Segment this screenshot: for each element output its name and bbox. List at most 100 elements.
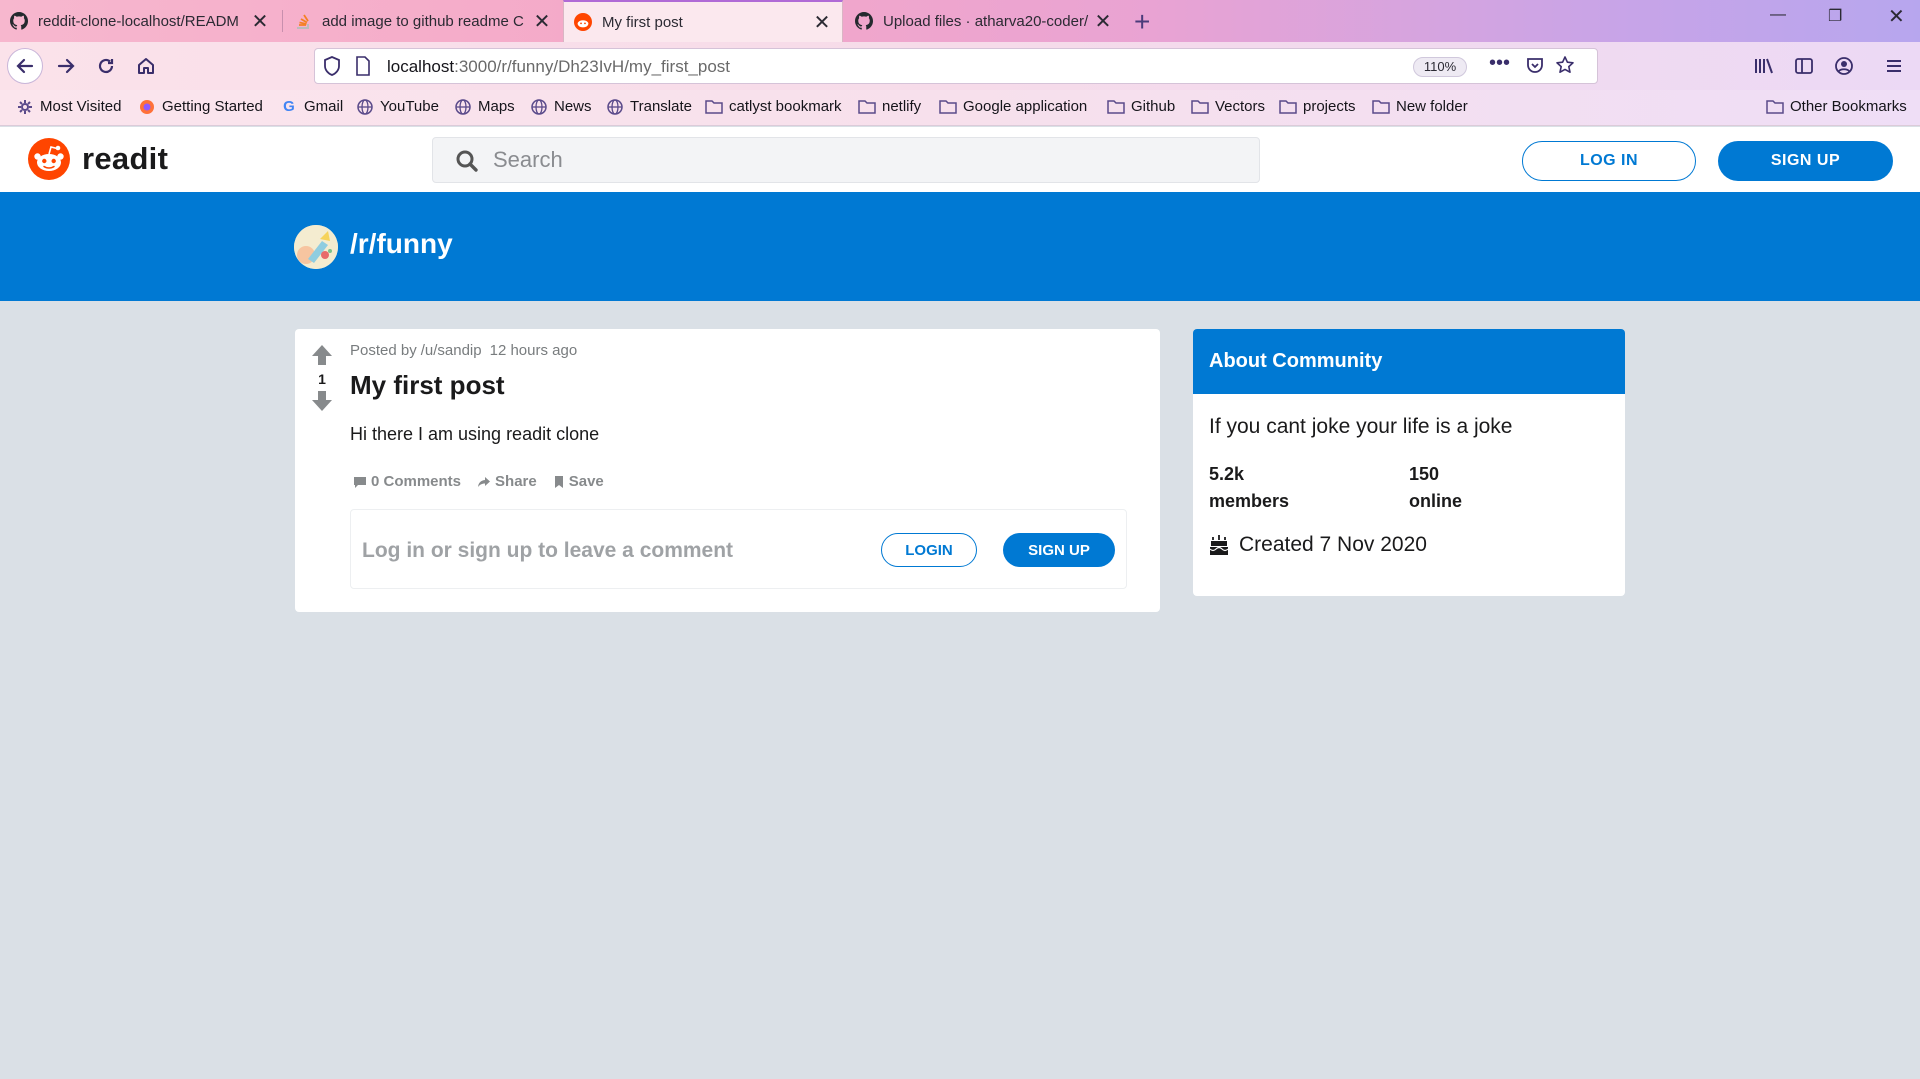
pocket-icon[interactable]	[1525, 55, 1545, 81]
folder-icon	[1107, 99, 1125, 115]
browser-tab-bar: reddit-clone-localhost/READM ✕ add image…	[0, 0, 1920, 42]
share-icon	[478, 476, 491, 487]
comment-prompt: Log in or sign up to leave a comment	[362, 539, 734, 562]
comment-login-box: Log in or sign up to leave a comment LOG…	[350, 509, 1127, 589]
browser-tab[interactable]: add image to github readme C ✕	[284, 0, 562, 42]
folder-icon	[1191, 99, 1209, 115]
globe-icon	[530, 98, 548, 115]
search-icon	[455, 149, 479, 173]
bookmark-folder[interactable]: New folder	[1372, 98, 1468, 115]
tab-title: reddit-clone-localhost/READM	[38, 12, 239, 30]
folder-icon	[939, 99, 957, 115]
folder-icon	[705, 99, 723, 115]
shield-icon[interactable]	[323, 56, 343, 76]
about-community-card: About Community If you cant joke your li…	[1193, 329, 1625, 596]
stackoverflow-icon	[294, 12, 312, 30]
save-button[interactable]: Save	[553, 473, 604, 490]
online-label: online	[1409, 491, 1462, 511]
gear-icon	[16, 99, 34, 115]
new-tab-plus-icon[interactable]: +	[1134, 6, 1150, 38]
other-bookmarks[interactable]: Other Bookmarks	[1766, 98, 1907, 115]
bookmark-folder[interactable]: netlify	[858, 98, 921, 115]
online-stat: 150 online	[1409, 461, 1462, 515]
url-text[interactable]: localhost:3000/r/funny/Dh23IvH/my_first_…	[387, 57, 730, 77]
library-icon[interactable]	[1748, 50, 1780, 82]
subreddit-banner: /r/funny	[0, 192, 1920, 301]
back-icon[interactable]	[7, 48, 43, 84]
community-description: If you cant joke your life is a joke	[1209, 415, 1513, 438]
login-button[interactable]: LOG IN	[1522, 141, 1696, 181]
post-time: 12 hours ago	[489, 342, 578, 359]
github-icon	[855, 12, 873, 30]
menu-icon[interactable]	[1878, 50, 1910, 82]
members-count: 5.2k	[1209, 464, 1245, 484]
logo-text[interactable]: readit	[82, 141, 168, 177]
share-button[interactable]: Share	[477, 473, 537, 490]
account-icon[interactable]	[1828, 50, 1860, 82]
reddit-logo-icon[interactable]	[28, 138, 70, 180]
more-actions-icon[interactable]: •••	[1489, 52, 1510, 75]
bookmark-translate[interactable]: Translate	[606, 98, 692, 115]
bookmark-maps[interactable]: Maps	[454, 98, 515, 115]
bookmark-gmail[interactable]: G Gmail	[280, 98, 343, 115]
post-body: Hi there I am using readit clone	[350, 424, 600, 444]
bookmark-folder[interactable]: Github	[1107, 98, 1175, 115]
members-label: members	[1209, 491, 1290, 511]
signup-button[interactable]: SIGN UP	[1718, 141, 1893, 181]
upvote-arrow-icon[interactable]	[309, 343, 335, 367]
folder-icon	[858, 99, 876, 115]
created-date: Created 7 Nov 2020	[1209, 533, 1427, 557]
sidebar-icon[interactable]	[1788, 50, 1820, 82]
subreddit-name[interactable]: /r/funny	[350, 228, 453, 260]
bookmark-getting-started[interactable]: Getting Started	[138, 98, 263, 115]
window-close-icon[interactable]: ✕	[1888, 4, 1905, 29]
bookmark-folder[interactable]: projects	[1279, 98, 1356, 115]
vote-column: 1	[309, 343, 335, 413]
minimize-icon[interactable]: —	[1770, 6, 1786, 24]
folder-icon	[1279, 99, 1297, 115]
firefox-icon	[138, 99, 156, 115]
browser-tab-active[interactable]: My first post ✕	[563, 0, 843, 42]
subreddit-avatar[interactable]	[294, 225, 338, 269]
tab-title: My first post	[602, 13, 683, 31]
bookmark-folder[interactable]: Google application	[939, 98, 1087, 115]
members-stat: 5.2k members	[1209, 461, 1289, 515]
search-bar[interactable]	[432, 137, 1260, 183]
downvote-arrow-icon[interactable]	[309, 389, 335, 413]
close-icon[interactable]: ✕	[250, 9, 270, 34]
bookmark-folder[interactable]: Vectors	[1191, 98, 1265, 115]
url-bar[interactable]: localhost:3000/r/funny/Dh23IvH/my_first_…	[314, 48, 1598, 84]
vote-count: 1	[318, 371, 326, 387]
zoom-indicator[interactable]: 110%	[1413, 57, 1467, 77]
post-card: 1 Posted by/u/sandip 12 hours ago My firs…	[295, 329, 1160, 612]
restore-icon[interactable]: ❐	[1828, 6, 1842, 26]
search-input[interactable]	[493, 144, 1233, 176]
comments-button[interactable]: 0 Comments	[353, 473, 461, 490]
star-icon[interactable]	[1555, 55, 1575, 81]
browser-tab[interactable]: Upload files · atharva20-coder/ ✕	[845, 0, 1123, 42]
about-heading: About Community	[1193, 329, 1625, 394]
author-link[interactable]: /u/sandip	[421, 342, 482, 359]
bookmark-news[interactable]: News	[530, 98, 592, 115]
post-actions: 0 Comments Share Save	[353, 473, 620, 490]
reload-icon[interactable]	[90, 50, 122, 82]
tab-title: add image to github readme C	[322, 12, 524, 30]
online-count: 150	[1409, 464, 1440, 484]
tab-title: Upload files · atharva20-coder/	[883, 12, 1089, 30]
page-icon[interactable]	[355, 56, 375, 78]
close-icon[interactable]: ✕	[1093, 9, 1113, 34]
comment-login-button[interactable]: LOGIN	[881, 533, 977, 567]
close-icon[interactable]: ✕	[532, 9, 552, 34]
home-icon[interactable]	[130, 50, 162, 82]
close-icon[interactable]: ✕	[812, 10, 832, 35]
post-meta: Posted by/u/sandip 12 hours ago	[350, 342, 577, 359]
comment-signup-button[interactable]: SIGN UP	[1003, 533, 1115, 567]
globe-icon	[606, 98, 624, 115]
bookmark-icon	[554, 475, 563, 488]
bookmark-folder[interactable]: catlyst bookmark	[705, 98, 842, 115]
browser-tab[interactable]: reddit-clone-localhost/READM ✕	[0, 0, 280, 42]
post-title[interactable]: My first post	[350, 370, 505, 401]
forward-icon[interactable]	[50, 50, 82, 82]
bookmark-most-visited[interactable]: Most Visited	[16, 98, 121, 115]
bookmark-youtube[interactable]: YouTube	[356, 98, 439, 115]
